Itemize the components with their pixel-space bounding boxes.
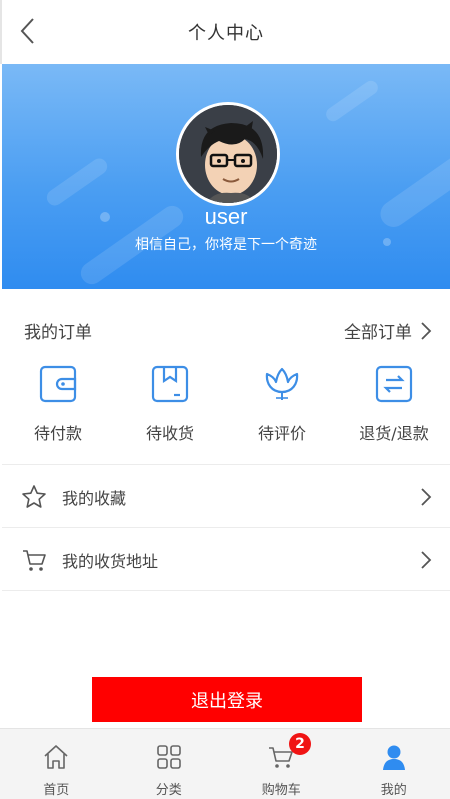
back-button[interactable] <box>16 16 40 46</box>
tab-cart[interactable]: 2 购物车 <box>225 729 338 799</box>
order-pending-receipt-label: 待收货 <box>145 424 194 443</box>
package-icon <box>151 365 189 403</box>
star-icon <box>22 484 46 508</box>
chevron-right-icon <box>421 487 432 506</box>
wallet-icon <box>39 365 77 403</box>
user-motto: 相信自己，你将是下一个奇迹 <box>135 237 317 253</box>
username: user <box>204 204 248 229</box>
tab-mine[interactable]: 我的 <box>338 729 450 799</box>
tab-category-label: 分类 <box>155 783 182 798</box>
all-orders-label: 全部订单 <box>344 323 412 343</box>
tab-home-label: 首页 <box>43 783 70 798</box>
logout-button[interactable]: 退出登录 <box>92 677 362 722</box>
order-refund[interactable]: 退货/退款 <box>338 364 450 444</box>
user-icon <box>382 745 405 770</box>
order-pending-receipt[interactable]: 待收货 <box>114 364 226 444</box>
order-pending-payment[interactable]: 待付款 <box>2 364 114 444</box>
tab-home[interactable]: 首页 <box>0 729 113 799</box>
top-nav: 个人中心 <box>0 0 450 64</box>
cart-icon <box>23 549 46 571</box>
chevron-right-icon <box>421 321 432 340</box>
menu-favorites-label: 我的收藏 <box>62 488 127 508</box>
order-pending-review[interactable]: 待评价 <box>226 364 338 444</box>
avatar-cartoon-icon <box>179 105 277 203</box>
menu-addresses[interactable]: 我的收货地址 <box>2 529 450 591</box>
tab-cart-label: 购物车 <box>261 783 301 798</box>
home-icon <box>44 745 68 769</box>
chevron-left-icon <box>20 18 34 44</box>
tab-mine-label: 我的 <box>380 783 407 798</box>
order-refund-label: 退货/退款 <box>359 424 429 443</box>
menu-favorites[interactable]: 我的收藏 <box>2 466 450 528</box>
orders-section: 我的订单 全部订单 待付款 待收货 待评价 退货/退款 <box>2 290 450 465</box>
order-pending-payment-label: 待付款 <box>33 424 82 443</box>
orders-title: 我的订单 <box>24 323 92 343</box>
menu-addresses-label: 我的收货地址 <box>62 551 159 571</box>
all-orders-link[interactable]: 全部订单 <box>344 318 432 343</box>
cart-badge: 2 <box>289 733 311 755</box>
profile-banner: user 相信自己，你将是下一个奇迹 <box>2 64 450 289</box>
exchange-icon <box>375 365 413 403</box>
order-pending-review-label: 待评价 <box>257 424 306 443</box>
avatar[interactable] <box>176 102 280 206</box>
chevron-right-icon <box>421 550 432 569</box>
grid-icon <box>156 745 181 769</box>
tab-category[interactable]: 分类 <box>113 729 226 799</box>
order-status-list: 待付款 待收货 待评价 退货/退款 <box>2 364 450 444</box>
page-title: 个人中心 <box>188 23 264 44</box>
bottom-tab-bar: 首页 分类 2 购物车 我的 <box>0 728 450 799</box>
orders-header: 我的订单 全部订单 <box>2 290 450 368</box>
flower-icon <box>265 367 299 400</box>
